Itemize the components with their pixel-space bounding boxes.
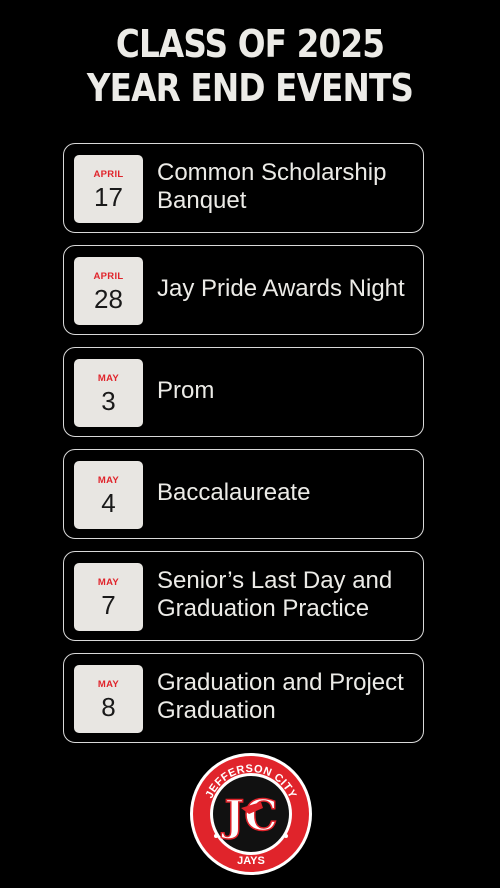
- event-name: Graduation and Project Graduation: [157, 669, 404, 724]
- date-badge: MAY 8: [74, 665, 143, 733]
- star-icon: [284, 834, 288, 838]
- event-name: Senior’s Last Day and Graduation Practic…: [157, 567, 393, 622]
- event-day: 8: [101, 692, 116, 722]
- event-card: MAY 3 Prom: [63, 347, 424, 437]
- date-badge: APRIL 17: [74, 155, 143, 223]
- event-card: APRIL 17 Common Scholarship Banquet: [63, 143, 424, 233]
- event-name: Prom: [157, 377, 215, 404]
- title-line-1: CLASS OF 2025: [115, 22, 385, 66]
- event-name: Baccalaureate: [157, 479, 311, 506]
- event-card: MAY 4 Baccalaureate: [63, 449, 424, 539]
- event-card: MAY 7 Senior’s Last Day and Graduation P…: [63, 551, 424, 641]
- event-day: 3: [101, 386, 116, 416]
- event-card: APRIL 28 Jay Pride Awards Night: [63, 245, 424, 335]
- star-icon: [214, 834, 218, 838]
- date-badge: APRIL 28: [74, 257, 143, 325]
- date-badge: MAY 4: [74, 461, 143, 529]
- event-name: Common Scholarship Banquet: [157, 159, 387, 214]
- date-badge: MAY 7: [74, 563, 143, 631]
- event-day: 7: [101, 590, 116, 620]
- logo-monogram: JC: [220, 791, 277, 840]
- event-day: 4: [101, 488, 116, 518]
- event-month: MAY: [97, 577, 120, 588]
- event-day: 17: [94, 182, 123, 212]
- page-title: CLASS OF 2025 YEAR END EVENTS: [35, 22, 465, 110]
- date-badge: MAY 3: [74, 359, 143, 427]
- jefferson-city-jays-logo: JEFFERSON CITY JAYS JC: [190, 753, 312, 875]
- event-day: 28: [94, 284, 123, 314]
- logo-bottom-text: JAYS: [237, 855, 265, 867]
- event-month: MAY: [97, 475, 120, 486]
- event-month: APRIL: [93, 271, 124, 282]
- event-month: MAY: [97, 373, 120, 384]
- event-name: Jay Pride Awards Night: [157, 275, 405, 302]
- event-month: APRIL: [93, 169, 124, 180]
- title-line-2: YEAR END EVENTS: [86, 66, 414, 110]
- event-month: MAY: [97, 679, 120, 690]
- event-card: MAY 8 Graduation and Project Graduation: [63, 653, 424, 743]
